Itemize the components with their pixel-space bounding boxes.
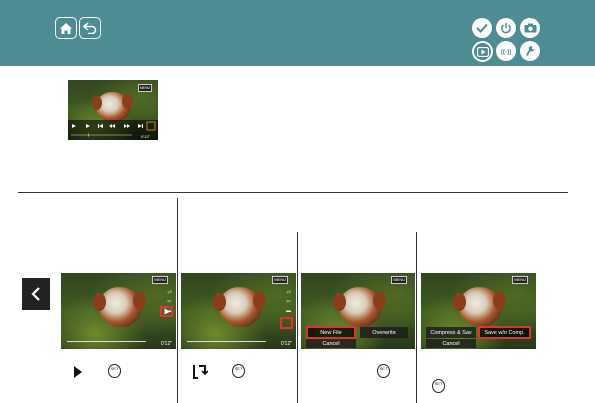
playback-icon bbox=[476, 46, 489, 57]
menu-badge: MENU bbox=[391, 276, 407, 284]
camera-mode-button[interactable] bbox=[520, 18, 540, 38]
chevron-left-icon bbox=[31, 287, 40, 301]
camera-icon bbox=[524, 23, 536, 33]
side-icons: ⏎✂▬ bbox=[286, 290, 291, 314]
home-button[interactable] bbox=[55, 17, 77, 39]
compress-save-option[interactable]: Compress & Sav bbox=[426, 327, 476, 338]
edit-icon bbox=[193, 365, 208, 379]
menu-badge: MENU bbox=[512, 276, 528, 284]
step4-screen: MENU Compress & Sav Save w/o Comp. Cance… bbox=[421, 273, 536, 349]
step1-time: 0'12" bbox=[160, 341, 172, 347]
edit-highlight bbox=[280, 317, 293, 329]
play-icon bbox=[74, 366, 82, 378]
power-mode-button[interactable] bbox=[496, 18, 516, 38]
set-button-icon: SET bbox=[432, 379, 445, 393]
cancel-option[interactable]: Cancel bbox=[426, 339, 476, 348]
menu-badge: MENU bbox=[137, 84, 152, 92]
set-button-icon: SET bbox=[377, 364, 390, 378]
section-divider bbox=[18, 192, 568, 193]
back-icon bbox=[83, 22, 97, 34]
set-button-icon: SET bbox=[108, 364, 121, 378]
cancel-option[interactable]: Cancel bbox=[306, 339, 356, 348]
menu-badge: MENU bbox=[272, 276, 288, 284]
menu-badge: MENU bbox=[152, 276, 168, 284]
wireless-mode-button[interactable]: ((·)) bbox=[496, 41, 516, 61]
prev-page-button[interactable] bbox=[22, 278, 50, 310]
top-header: ((·)) bbox=[0, 0, 595, 66]
wrench-mode-button[interactable] bbox=[520, 41, 540, 61]
home-icon bbox=[60, 22, 72, 34]
play-icon bbox=[164, 308, 171, 315]
step2-screen: MENU ⏎ ✂ ▬ 0'12" bbox=[181, 273, 296, 349]
play-highlight bbox=[160, 306, 173, 317]
step3-screen: MENU New File Overwrite Cancel bbox=[301, 273, 415, 349]
power-icon bbox=[501, 23, 511, 34]
new-file-option[interactable]: New File bbox=[306, 326, 356, 339]
checkmark-icon bbox=[476, 23, 488, 33]
preview-screen: MENU 0'12" bbox=[68, 80, 158, 140]
checkmark-mode-button[interactable] bbox=[472, 18, 492, 38]
column-divider-3 bbox=[416, 232, 417, 403]
wireless-icon: ((·)) bbox=[501, 49, 512, 56]
svg-text:((·)): ((·)) bbox=[501, 49, 512, 56]
step1-screen: MENU ⏎✂▬ 0'12" bbox=[61, 273, 176, 349]
set-button-icon: SET bbox=[232, 364, 245, 378]
save-without-compress-option[interactable]: Save w/o Comp. bbox=[478, 326, 531, 339]
back-button[interactable] bbox=[79, 17, 101, 39]
step2-time: 0'12" bbox=[280, 341, 292, 347]
preview-time: 0'12" bbox=[141, 134, 150, 139]
playback-mode-button[interactable] bbox=[472, 41, 493, 62]
column-divider-1 bbox=[177, 198, 178, 403]
overwrite-option[interactable]: Overwrite bbox=[360, 327, 408, 338]
column-divider-2 bbox=[297, 232, 298, 403]
wrench-icon bbox=[526, 46, 535, 56]
